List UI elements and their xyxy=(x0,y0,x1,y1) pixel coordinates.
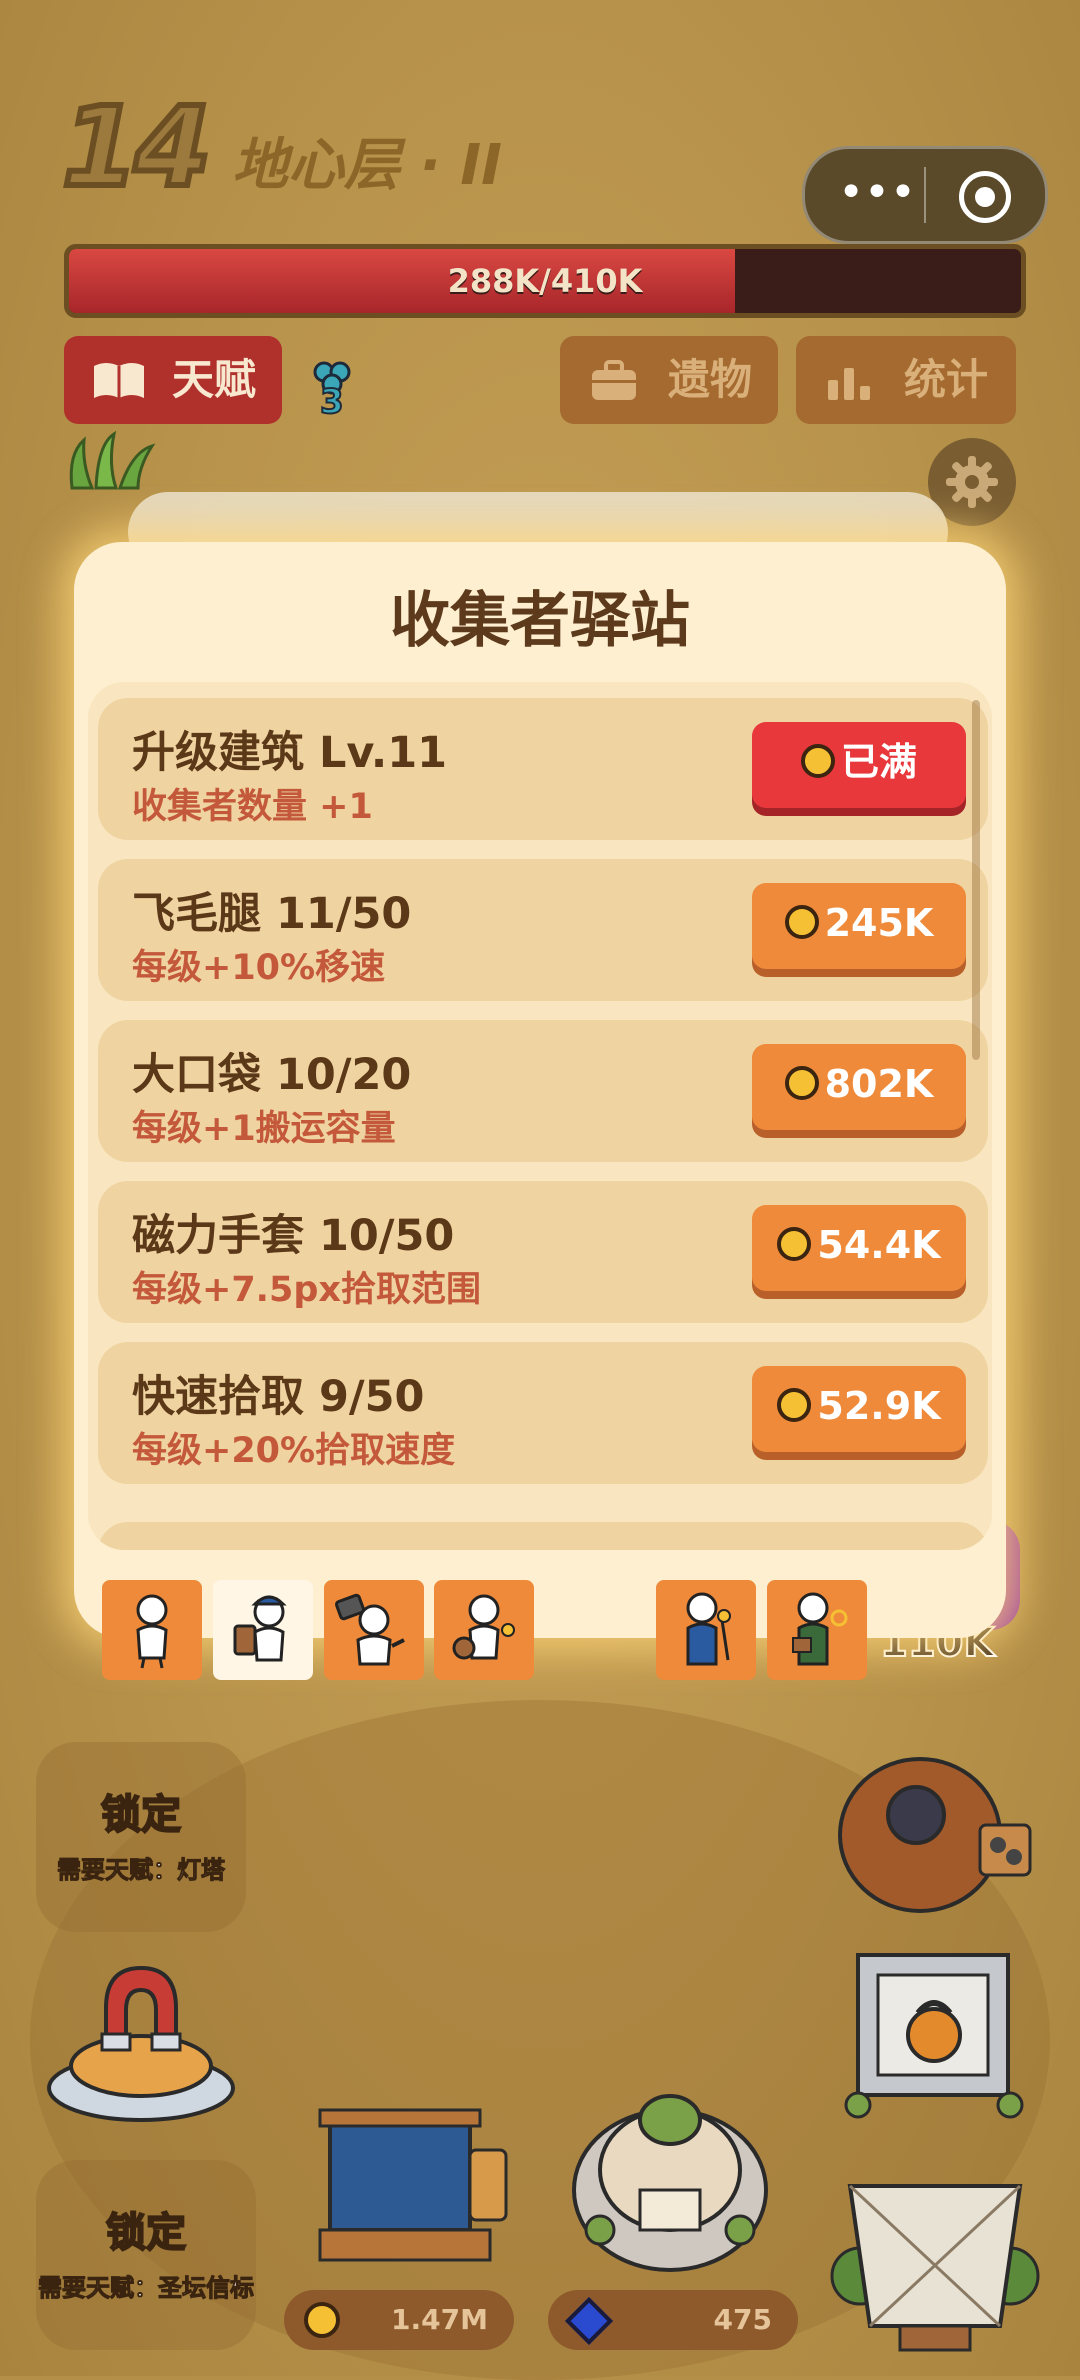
tab-collector-bag[interactable] xyxy=(434,1580,534,1680)
tab-collector-hammer[interactable] xyxy=(324,1580,424,1680)
tab-collector-carrier[interactable] xyxy=(213,1580,313,1680)
upgrade-row: 磁力手套 10/50 每级+7.5px拾取范围 54.4K xyxy=(98,1181,988,1323)
collector-icon xyxy=(136,1594,168,1669)
price-label: 已满 xyxy=(840,740,917,784)
progress-text: 288K/410K xyxy=(447,262,643,300)
upgrade-title: 大口袋 10/20 xyxy=(132,1050,412,1100)
magnet-building[interactable] xyxy=(36,1948,246,2128)
hammer-collector-icon xyxy=(334,1593,405,1666)
upgrade-title: 升级建筑 Lv.11 xyxy=(132,728,448,778)
tab-collector-scholar[interactable] xyxy=(767,1580,867,1680)
locked-requirement: 需要天赋：圣坛信标 xyxy=(38,2274,255,2303)
bar-chart-icon xyxy=(828,368,870,400)
mage-collector-icon xyxy=(686,1592,731,1666)
close-target-icon[interactable] xyxy=(959,171,1011,223)
coin-icon xyxy=(784,1065,819,1100)
price-label: 245K xyxy=(824,901,934,945)
upgrade-desc: 每级+20%拾取速度 xyxy=(132,1431,456,1471)
upgrade-row-partial xyxy=(98,1522,988,1550)
gold-counter: 1.47M xyxy=(284,2290,514,2350)
upgrade-price-button[interactable]: 245K xyxy=(752,883,966,969)
upgrade-row: 大口袋 10/20 每级+1搬运容量 802K xyxy=(98,1020,988,1162)
tab-collector-basic[interactable] xyxy=(102,1580,202,1680)
price-label: 52.9K xyxy=(817,1384,941,1428)
tab-collector-mage[interactable] xyxy=(656,1580,756,1680)
upgrade-row: 飞毛腿 11/50 每级+10%移速 245K xyxy=(98,859,988,1001)
upgrade-price-button[interactable]: 已满 xyxy=(752,722,966,808)
floor-number: 14 xyxy=(59,83,214,211)
talent-button[interactable]: 天赋 xyxy=(64,336,282,424)
modal-title: 收集者驿站 xyxy=(390,586,690,656)
price-label: 54.4K xyxy=(817,1223,941,1267)
gear-icon xyxy=(946,456,998,508)
price-label: 802K xyxy=(824,1062,934,1106)
cannon-building[interactable] xyxy=(830,1745,1040,1920)
upgrade-desc: 收集者数量 +1 xyxy=(132,787,373,827)
bag-collector-icon xyxy=(452,1594,515,1660)
locked-slot-lighthouse[interactable]: 锁定 需要天赋：灯塔 xyxy=(36,1742,246,1932)
backpack-collector-icon xyxy=(233,1595,287,1662)
mini-program-capsule: ••• xyxy=(802,146,1048,244)
upgrade-title: 快速拾取 9/50 xyxy=(132,1372,425,1422)
library-tower-building[interactable] xyxy=(560,2070,780,2280)
upgrade-row: 升级建筑 Lv.11 收集者数量 +1 已满 xyxy=(98,698,988,840)
talent-badge-count: 3 xyxy=(319,381,345,423)
gem-amount: 475 xyxy=(713,2303,772,2336)
coin-icon xyxy=(777,1226,812,1261)
coin-icon xyxy=(800,743,835,778)
grass-decoration xyxy=(69,430,156,490)
locked-requirement: 需要天赋：灯塔 xyxy=(57,1856,226,1885)
upgrade-desc: 每级+1搬运容量 xyxy=(132,1109,396,1149)
talent-label: 天赋 xyxy=(172,355,257,404)
stats-label: 统计 xyxy=(904,355,989,404)
briefcase-icon xyxy=(592,360,636,400)
locked-slot-altar[interactable]: 锁定 需要天赋：圣坛信标 xyxy=(36,2160,256,2350)
coin-icon xyxy=(777,1387,812,1422)
gold-coin-icon xyxy=(304,2302,340,2338)
upgrade-price-button[interactable]: 54.4K xyxy=(752,1205,966,1291)
stats-button[interactable]: 统计 xyxy=(796,336,1016,424)
floor-name: 地心层 · II xyxy=(232,133,502,198)
collector-station-modal: 收集者驿站 升级建筑 Lv.11 收集者数量 +1 已满 飞毛腿 11/50 每… xyxy=(74,542,1006,1638)
relics-label: 遗物 xyxy=(668,355,753,404)
scrollbar[interactable] xyxy=(972,700,980,1060)
book-icon xyxy=(94,363,144,398)
upgrade-title: 磁力手套 10/50 xyxy=(132,1211,455,1261)
capsule-divider xyxy=(924,167,926,223)
gem-counter: 475 xyxy=(548,2290,798,2350)
locked-title: 锁定 xyxy=(105,2209,187,2257)
upgrade-desc: 每级+10%移速 xyxy=(132,948,386,988)
upgrade-desc: 每级+7.5px拾取范围 xyxy=(132,1270,481,1310)
upgrade-list[interactable]: 升级建筑 Lv.11 收集者数量 +1 已满 飞毛腿 11/50 每级+10%移… xyxy=(88,682,992,1550)
more-icon[interactable]: ••• xyxy=(837,171,917,215)
coin-icon xyxy=(784,904,819,939)
upgrade-price-button[interactable]: 802K xyxy=(752,1044,966,1130)
gem-icon xyxy=(564,2296,614,2346)
upgrade-title: 飞毛腿 11/50 xyxy=(132,889,412,939)
talent-points-badge: 3 xyxy=(310,360,354,423)
scholar-collector-icon xyxy=(792,1592,848,1666)
locked-title: 锁定 xyxy=(100,1791,182,1839)
collector-station-building[interactable] xyxy=(300,2080,520,2280)
kettlebell-gym-building[interactable] xyxy=(834,1945,1040,2125)
tent-building[interactable] xyxy=(830,2156,1040,2356)
gold-amount: 1.47M xyxy=(391,2303,488,2336)
upgrade-row: 快速拾取 9/50 每级+20%拾取速度 52.9K xyxy=(98,1342,988,1484)
relics-button[interactable]: 遗物 xyxy=(560,336,778,424)
upgrade-price-button[interactable]: 52.9K xyxy=(752,1366,966,1452)
floor-progress-bar: 288K/410K xyxy=(64,244,1026,318)
